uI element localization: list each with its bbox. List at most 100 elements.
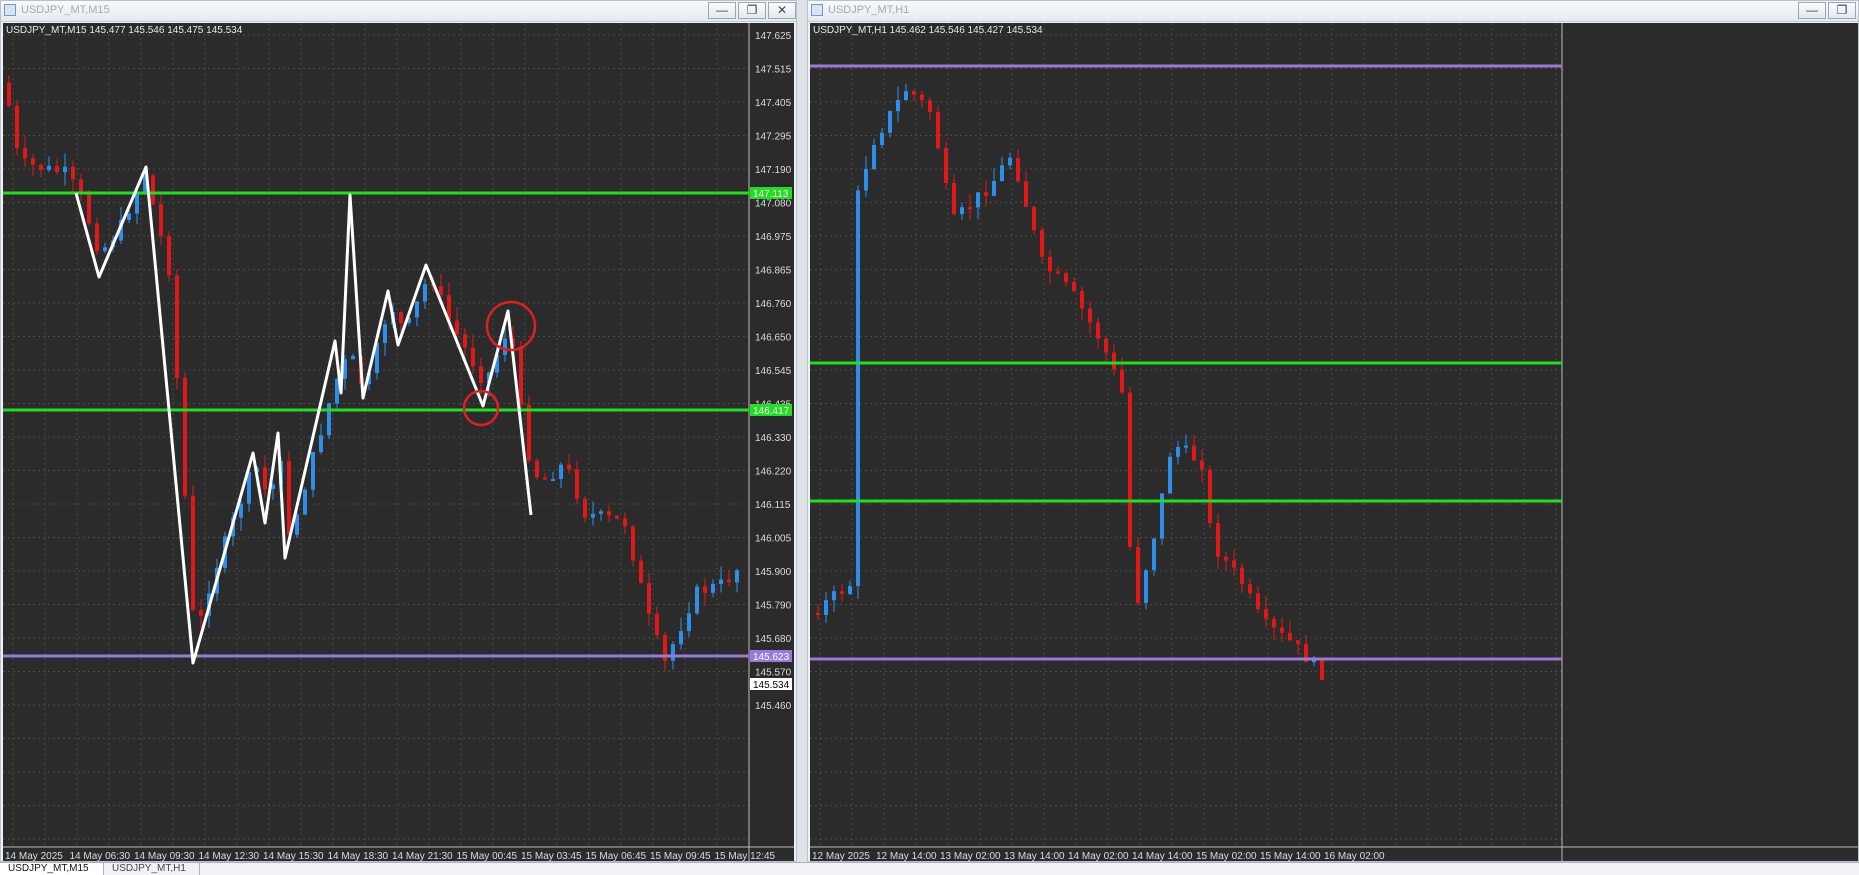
candle-body <box>623 518 627 527</box>
candle-body <box>559 464 563 480</box>
price-axis-label: 147.405 <box>755 98 792 109</box>
price-axis-label: 147.190 <box>755 165 792 176</box>
time-axis-label: 14 May 06:30 <box>70 851 131 861</box>
candle-body <box>47 165 51 170</box>
candle-body <box>151 175 155 205</box>
price-axis-label: 146.545 <box>755 366 792 377</box>
candle-body <box>551 479 555 482</box>
time-axis-label: 14 May 18:30 <box>328 851 389 861</box>
candle-body <box>912 91 916 95</box>
candle-body <box>1256 593 1260 610</box>
price-chart-m15[interactable]: 147.625 147.515 147.405 147.295 147.190 147.0… <box>3 23 794 861</box>
candle-body <box>87 193 91 224</box>
candle-body <box>1240 567 1244 585</box>
restore-button[interactable]: ❐ <box>1828 2 1856 19</box>
window-title-h1: USDJPY_MT,H1 <box>828 4 910 16</box>
price-axis-label: 146.330 <box>755 433 792 444</box>
price-axis-label: 146.005 <box>755 534 792 545</box>
chart-window-icon <box>4 4 16 16</box>
chart-canvas-h1[interactable]: 12 May 2025 12 May 14:00 13 May 02:00 13 Ma… <box>810 23 1858 861</box>
candle-body <box>39 164 43 170</box>
candle-body <box>832 591 836 601</box>
candle-body <box>599 511 603 514</box>
candle-body <box>719 579 723 584</box>
candle-body <box>1024 181 1028 207</box>
time-axis-label: 16 May 02:00 <box>1324 851 1385 861</box>
candle-body <box>647 583 651 614</box>
price-axis-label: 145.460 <box>755 701 792 712</box>
level-price-label: 146.417 <box>753 406 790 417</box>
candle-body <box>888 111 892 133</box>
candle-body <box>175 275 179 378</box>
candle-body <box>79 179 83 194</box>
candle-body <box>1184 445 1188 448</box>
title-bar-m15[interactable]: USDJPY_MT,M15 — ❐ ✕ <box>1 1 796 22</box>
candle-body <box>55 165 59 173</box>
candle-body <box>655 613 659 636</box>
chart-window-h1[interactable]: USDJPY_MT,H1 — ❐ 12 May 2025 12 May 14:00… <box>807 0 1859 862</box>
candle-body <box>135 192 139 214</box>
candle-body <box>880 132 884 145</box>
candle-body <box>1088 308 1092 323</box>
candle-body <box>351 355 355 360</box>
candle-body <box>1192 445 1196 461</box>
candle-body <box>856 190 860 587</box>
price-axis-label: 145.680 <box>755 634 792 645</box>
candle-body <box>263 467 267 490</box>
candle-body <box>479 366 483 384</box>
time-axis-label: 15 May 06:45 <box>586 851 647 861</box>
candle-body <box>1120 369 1124 393</box>
candle-body <box>631 526 635 561</box>
candle-body <box>920 94 924 101</box>
price-axis-label: 145.900 <box>755 567 792 578</box>
time-axis-label: 15 May 09:45 <box>650 851 711 861</box>
candle-body <box>463 334 467 348</box>
restore-button[interactable]: ❐ <box>738 2 766 19</box>
chart-window-m15[interactable]: USDJPY_MT,M15 — ❐ ✕ 147.625 147.515 147.40… <box>0 0 797 862</box>
candle-body <box>1248 584 1252 594</box>
candle-body <box>1032 206 1036 231</box>
chart-canvas-m15[interactable]: 147.625 147.515 147.405 147.295 147.190 147.0… <box>3 23 794 861</box>
time-axis-label: 14 May 09:30 <box>134 851 195 861</box>
candle-body <box>984 192 988 196</box>
candle-body <box>471 347 475 367</box>
candle-body <box>319 435 323 453</box>
candle-body <box>503 338 507 355</box>
close-button[interactable]: ✕ <box>768 2 796 19</box>
time-axis-label: 14 May 15:30 <box>263 851 324 861</box>
candle-body <box>944 148 948 184</box>
candle-body <box>992 180 996 196</box>
candle-body <box>816 613 820 615</box>
candle-body <box>1176 446 1180 457</box>
candle-body <box>1280 627 1284 633</box>
candle-body <box>1208 469 1212 524</box>
candle-body <box>1128 392 1132 547</box>
candle-body <box>1040 230 1044 257</box>
candle-body <box>23 147 27 159</box>
candle-body <box>1112 352 1116 370</box>
candle-body <box>824 600 828 615</box>
candle-body <box>399 312 403 324</box>
candle-body <box>1320 658 1324 680</box>
tab-usdjpy-h1[interactable]: USDJPY_MT,H1 <box>104 863 200 875</box>
chart-window-icon <box>811 4 823 16</box>
minimize-button[interactable]: — <box>708 2 736 19</box>
candle-body <box>607 511 611 516</box>
candle-body <box>928 100 932 112</box>
candle-body <box>383 324 387 343</box>
candle-body <box>327 403 331 436</box>
time-axis-label: 12 May 14:00 <box>876 851 937 861</box>
tab-usdjpy-m15[interactable]: USDJPY_MT,M15 <box>0 863 104 875</box>
price-chart-h1[interactable]: 12 May 2025 12 May 14:00 13 May 02:00 13 Ma… <box>810 23 1858 861</box>
minimize-button[interactable]: — <box>1798 2 1826 19</box>
candle-body <box>455 320 459 335</box>
time-axis-label: 13 May 02:00 <box>940 851 1001 861</box>
candle-body <box>952 183 956 215</box>
title-bar-h1[interactable]: USDJPY_MT,H1 — ❐ <box>808 1 1858 22</box>
candle-body <box>583 498 587 518</box>
candle-body <box>1216 523 1220 557</box>
candle-body <box>1296 640 1300 644</box>
candle-body <box>1080 290 1084 309</box>
price-axis-label: 147.080 <box>755 199 792 210</box>
candle-body <box>199 609 203 616</box>
